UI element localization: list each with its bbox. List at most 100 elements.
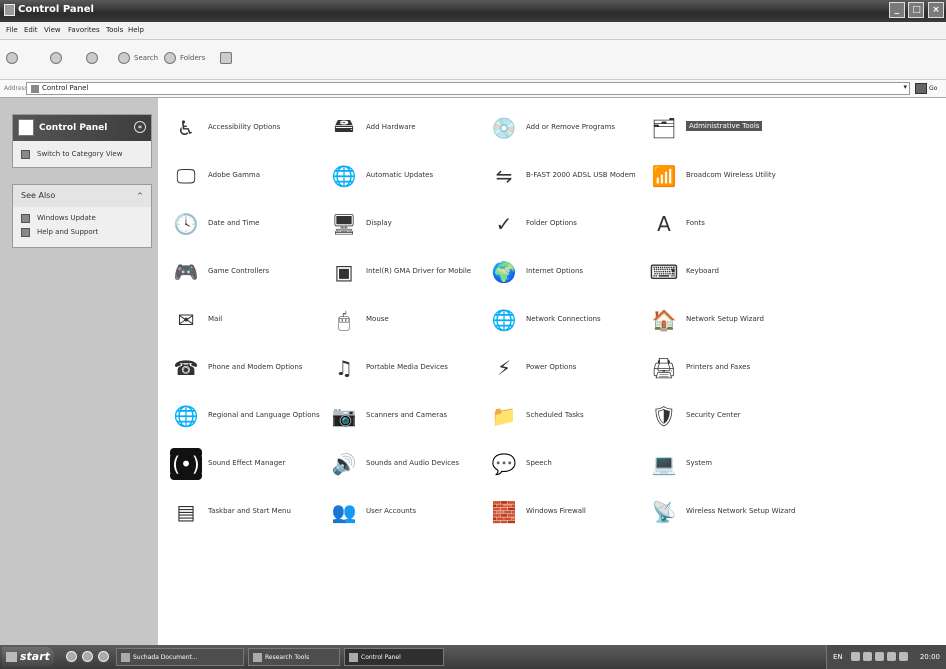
item-scanners-cameras[interactable]: 📷 Scanners and Cameras [328,398,478,438]
item-internet-options[interactable]: 🌍 Internet Options [488,254,638,294]
item-label: Scheduled Tasks [526,411,584,419]
menu-help[interactable]: Help [128,26,144,34]
item-game-controllers[interactable]: 🎮 Game Controllers [170,254,320,294]
up-folder-icon[interactable] [86,52,98,64]
chevron-down-icon[interactable]: ▾ [903,83,907,91]
item-taskbar-start-menu[interactable]: ▤ Taskbar and Start Menu [170,494,320,534]
search-icon[interactable] [118,52,130,64]
forward-icon[interactable] [50,52,62,64]
quick-launch-media-icon[interactable] [82,651,93,662]
item-label: Windows Firewall [526,507,586,515]
switch-category-view-link[interactable]: Switch to Category View [13,147,151,161]
address-field[interactable]: Control Panel ▾ [26,82,910,95]
item-broadcom-wireless[interactable]: 📶 Broadcom Wireless Utility [648,158,798,198]
item-label: Folder Options [526,219,577,227]
item-sounds-audio[interactable]: 🔊 Sounds and Audio Devices [328,446,478,486]
go-icon[interactable] [915,83,927,94]
item-portable-media[interactable]: ♫ Portable Media Devices [328,350,478,390]
item-network-setup-wizard[interactable]: 🏠 Network Setup Wizard [648,302,798,342]
item-speech[interactable]: 💬 Speech [488,446,638,486]
go-button[interactable]: Go [929,85,937,92]
task-box-header[interactable]: Control Panel « [13,115,151,141]
item-wireless-network-setup[interactable]: 📡 Wireless Network Setup Wizard [648,494,818,534]
item-adobe-gamma[interactable]: 🖵 Adobe Gamma [170,158,320,198]
task-button-document[interactable]: Suchada Document... [116,648,244,666]
clock[interactable]: 20:00 [920,653,940,661]
item-network-connections[interactable]: 🌐 Network Connections [488,302,638,342]
minimize-button[interactable]: _ [888,2,905,18]
security-tray-icon[interactable] [887,652,896,661]
search-button[interactable]: Search [134,54,158,62]
task-box-title: Control Panel [39,123,108,133]
item-phone-modem[interactable]: ☎ Phone and Modem Options [170,350,320,390]
modem-icon: ⇋ [495,164,513,188]
item-printers-faxes[interactable]: 🖨 Printers and Faxes [648,350,798,390]
item-mail[interactable]: ✉ Mail [170,302,320,342]
item-administrative-tools[interactable]: 🗂 Administrative Tools [648,110,798,150]
language-indicator[interactable]: EN [833,653,843,661]
quick-launch-ie-icon[interactable] [66,651,77,662]
item-automatic-updates[interactable]: 🌐 Automatic Updates [328,158,478,198]
item-date-time[interactable]: 🕓 Date and Time [170,206,320,246]
item-fonts[interactable]: A Fonts [648,206,798,246]
mail-icon: ✉ [177,308,195,332]
wireless-tray-icon[interactable] [875,652,884,661]
item-add-hardware[interactable]: 🖴 Add Hardware [328,110,478,150]
folders-icon[interactable] [164,52,176,64]
firewall-icon: 🧱 [491,500,517,524]
close-button[interactable]: × [928,2,944,18]
item-label: Taskbar and Start Menu [208,507,291,515]
see-also-header[interactable]: See Also ^ [13,185,151,207]
maximize-button[interactable]: □ [908,2,925,18]
menu-view[interactable]: View [44,26,61,34]
views-icon[interactable] [220,52,232,64]
menu-file[interactable]: File [6,26,18,34]
item-accessibility-options[interactable]: ♿ Accessibility Options [170,110,320,150]
network-tray-icon[interactable] [851,652,860,661]
item-label: B-FAST 2000 ADSL USB Modem [526,171,636,179]
address-value: Control Panel [42,84,89,92]
volume-tray-icon[interactable] [863,652,872,661]
back-icon[interactable] [6,52,18,64]
item-label: Printers and Faxes [686,363,751,371]
item-add-remove-programs[interactable]: 💿 Add or Remove Programs [488,110,638,150]
item-scheduled-tasks[interactable]: 📁 Scheduled Tasks [488,398,638,438]
add-hardware-icon: 🖴 [333,113,355,137]
internet-options-icon: 🌍 [491,260,517,284]
item-intel-gma[interactable]: ▣ Intel(R) GMA Driver for Mobile [328,254,478,294]
item-system[interactable]: 💻 System [648,446,798,486]
task-label: Suchada Document... [133,654,198,661]
menu-tools[interactable]: Tools [106,26,123,34]
item-mouse[interactable]: 🖱 Mouse [328,302,478,342]
collapse-icon[interactable]: « [134,121,146,133]
item-display[interactable]: 🖥 Display [328,206,478,246]
regional-language-icon: 🌐 [173,404,199,428]
window-controls: _ □ × [888,2,944,18]
start-label: start [20,650,50,663]
item-keyboard[interactable]: ⌨ Keyboard [648,254,798,294]
title-bar[interactable]: Control Panel _ □ × [0,0,946,22]
item-regional-language[interactable]: 🌐 Regional and Language Options [170,398,320,438]
windows-update-link[interactable]: Windows Update [13,211,151,225]
item-sound-effect-manager[interactable]: ((•)) Sound Effect Manager [165,446,320,486]
item-user-accounts[interactable]: 👥 User Accounts [328,494,478,534]
folders-button[interactable]: Folders [180,54,205,62]
item-folder-options[interactable]: ✓ Folder Options [488,206,638,246]
item-power-options[interactable]: ⚡ Power Options [488,350,638,390]
scanners-cameras-icon: 📷 [331,404,357,428]
task-button-control-panel[interactable]: Control Panel [344,648,444,666]
task-button-research[interactable]: Research Tools [248,648,340,666]
start-button[interactable]: start [2,647,54,667]
battery-tray-icon[interactable] [899,652,908,661]
item-bfast-modem[interactable]: ⇋ B-FAST 2000 ADSL USB Modem [488,158,638,198]
control-panel-task-box: Control Panel « Switch to Category View [12,114,152,168]
menu-favorites[interactable]: Favorites [68,26,100,34]
item-label: Sounds and Audio Devices [366,459,460,467]
quick-launch-desktop-icon[interactable] [98,651,109,662]
item-windows-firewall[interactable]: 🧱 Windows Firewall [488,494,638,534]
menu-edit[interactable]: Edit [24,26,38,34]
collapse-icon[interactable]: ^ [137,185,143,207]
help-support-link[interactable]: Help and Support [13,225,151,239]
item-label: System [686,459,713,467]
item-security-center[interactable]: 🛡 Security Center [648,398,798,438]
